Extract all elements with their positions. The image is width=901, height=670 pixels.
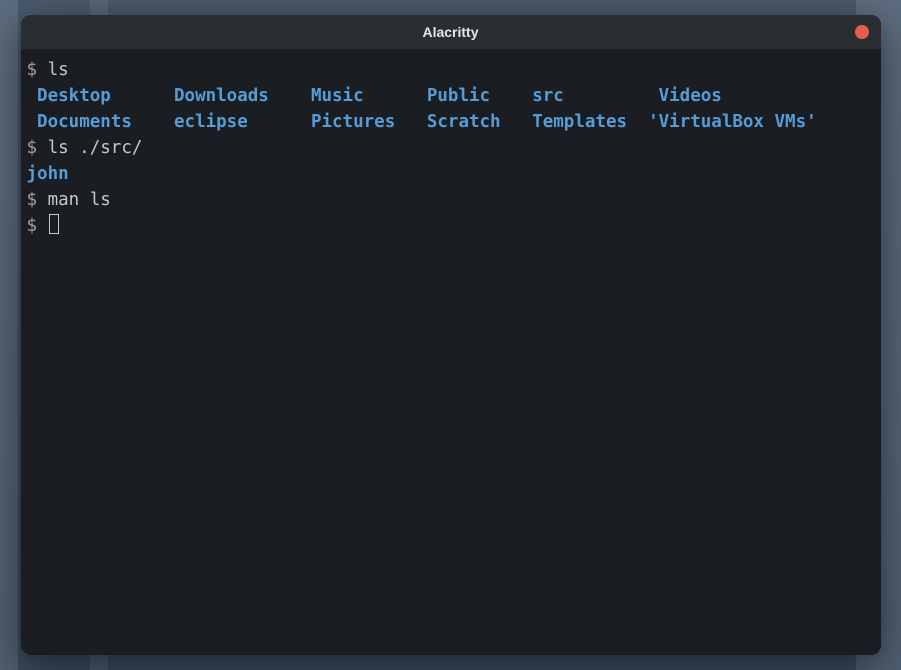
terminal-line: $ — [27, 213, 875, 239]
command-text: ls ./src/ — [48, 138, 143, 158]
terminal-line: $ ls — [27, 57, 875, 83]
terminal-body[interactable]: $ ls DesktopDownloadsMusicPublicsrcVideo… — [21, 49, 881, 655]
command-text: man ls — [48, 190, 111, 210]
cursor — [49, 214, 59, 234]
directory-entry: Scratch — [427, 109, 532, 135]
directory-entry: Pictures — [311, 109, 427, 135]
ls-output-row: DesktopDownloadsMusicPublicsrcVideos — [27, 83, 875, 109]
ls-output-row: john — [27, 161, 875, 187]
directory-entry: Templates — [532, 109, 648, 135]
directory-entry: Videos — [659, 83, 722, 109]
directory-entry: Documents — [37, 109, 174, 135]
prompt: $ — [27, 60, 48, 80]
directory-entry: Downloads — [174, 83, 311, 109]
prompt: $ — [27, 216, 48, 236]
directory-entry: eclipse — [174, 109, 311, 135]
directory-entry: 'VirtualBox VMs' — [648, 109, 817, 135]
prompt: $ — [27, 138, 48, 158]
ls-output-row: DocumentseclipsePicturesScratchTemplates… — [27, 109, 875, 135]
directory-entry: Public — [427, 83, 532, 109]
prompt: $ — [27, 190, 48, 210]
directory-entry: Music — [311, 83, 427, 109]
terminal-window: Alacritty $ ls DesktopDownloadsMusicPubl… — [21, 15, 881, 655]
command-text: ls — [48, 60, 69, 80]
directory-entry: john — [27, 164, 69, 184]
close-icon[interactable] — [855, 25, 869, 39]
window-title: Alacritty — [422, 24, 478, 40]
directory-entry: src — [532, 83, 658, 109]
terminal-line: $ ls ./src/ — [27, 135, 875, 161]
directory-entry: Desktop — [37, 83, 174, 109]
terminal-line: $ man ls — [27, 187, 875, 213]
titlebar[interactable]: Alacritty — [21, 15, 881, 49]
